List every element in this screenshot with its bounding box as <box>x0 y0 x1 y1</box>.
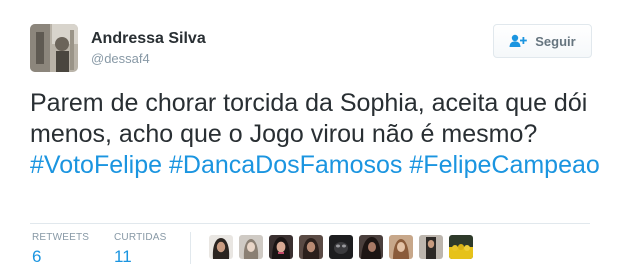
follow-button[interactable]: Seguir <box>493 24 592 58</box>
author-avatar[interactable] <box>30 24 78 72</box>
hashtag-link-votofelipe[interactable]: #VotoFelipe <box>30 151 162 179</box>
retweets-stat[interactable]: RETWEETS 6 <box>32 232 89 267</box>
hashtag-link-felipecampeao[interactable]: #FelipeCampeao <box>409 151 599 179</box>
author-name[interactable]: Andressa Silva <box>91 30 206 48</box>
likes-count: 11 <box>114 247 132 266</box>
liker-avatar-9-icon[interactable] <box>449 235 473 259</box>
follow-button-label: Seguir <box>535 33 576 49</box>
tweet-text: Parem de chorar torcida da Sophia, aceit… <box>30 88 600 181</box>
liker-avatar-6-icon[interactable] <box>359 235 383 259</box>
liker-avatar-7-icon[interactable] <box>389 235 413 259</box>
stats-divider <box>30 223 590 224</box>
retweets-label: RETWEETS <box>32 232 90 243</box>
liker-avatar-4-icon[interactable] <box>299 235 323 259</box>
tweet-space <box>162 151 169 179</box>
liker-avatar-2-icon[interactable] <box>239 235 263 259</box>
author-handle[interactable]: @dessaf4 <box>91 51 150 66</box>
liker-avatar-1-icon[interactable] <box>209 235 233 259</box>
hashtag-link-dancadosfamosos[interactable]: #DancaDosFamosos <box>169 151 402 179</box>
user-avatar-photo-icon <box>30 24 78 72</box>
liker-avatar-3-icon[interactable] <box>269 235 293 259</box>
stats-separator <box>190 232 191 264</box>
retweets-count: 6 <box>32 247 42 266</box>
liker-avatar-5-icon[interactable] <box>329 235 353 259</box>
likes-label: CURTIDAS <box>114 232 167 243</box>
likers-avatar-list <box>209 235 473 259</box>
add-user-icon <box>509 34 528 47</box>
tweet-body-text: Parem de chorar torcida da Sophia, aceit… <box>30 89 588 148</box>
likes-stat[interactable]: CURTIDAS 11 <box>114 232 167 267</box>
liker-avatar-8-icon[interactable] <box>419 235 443 259</box>
